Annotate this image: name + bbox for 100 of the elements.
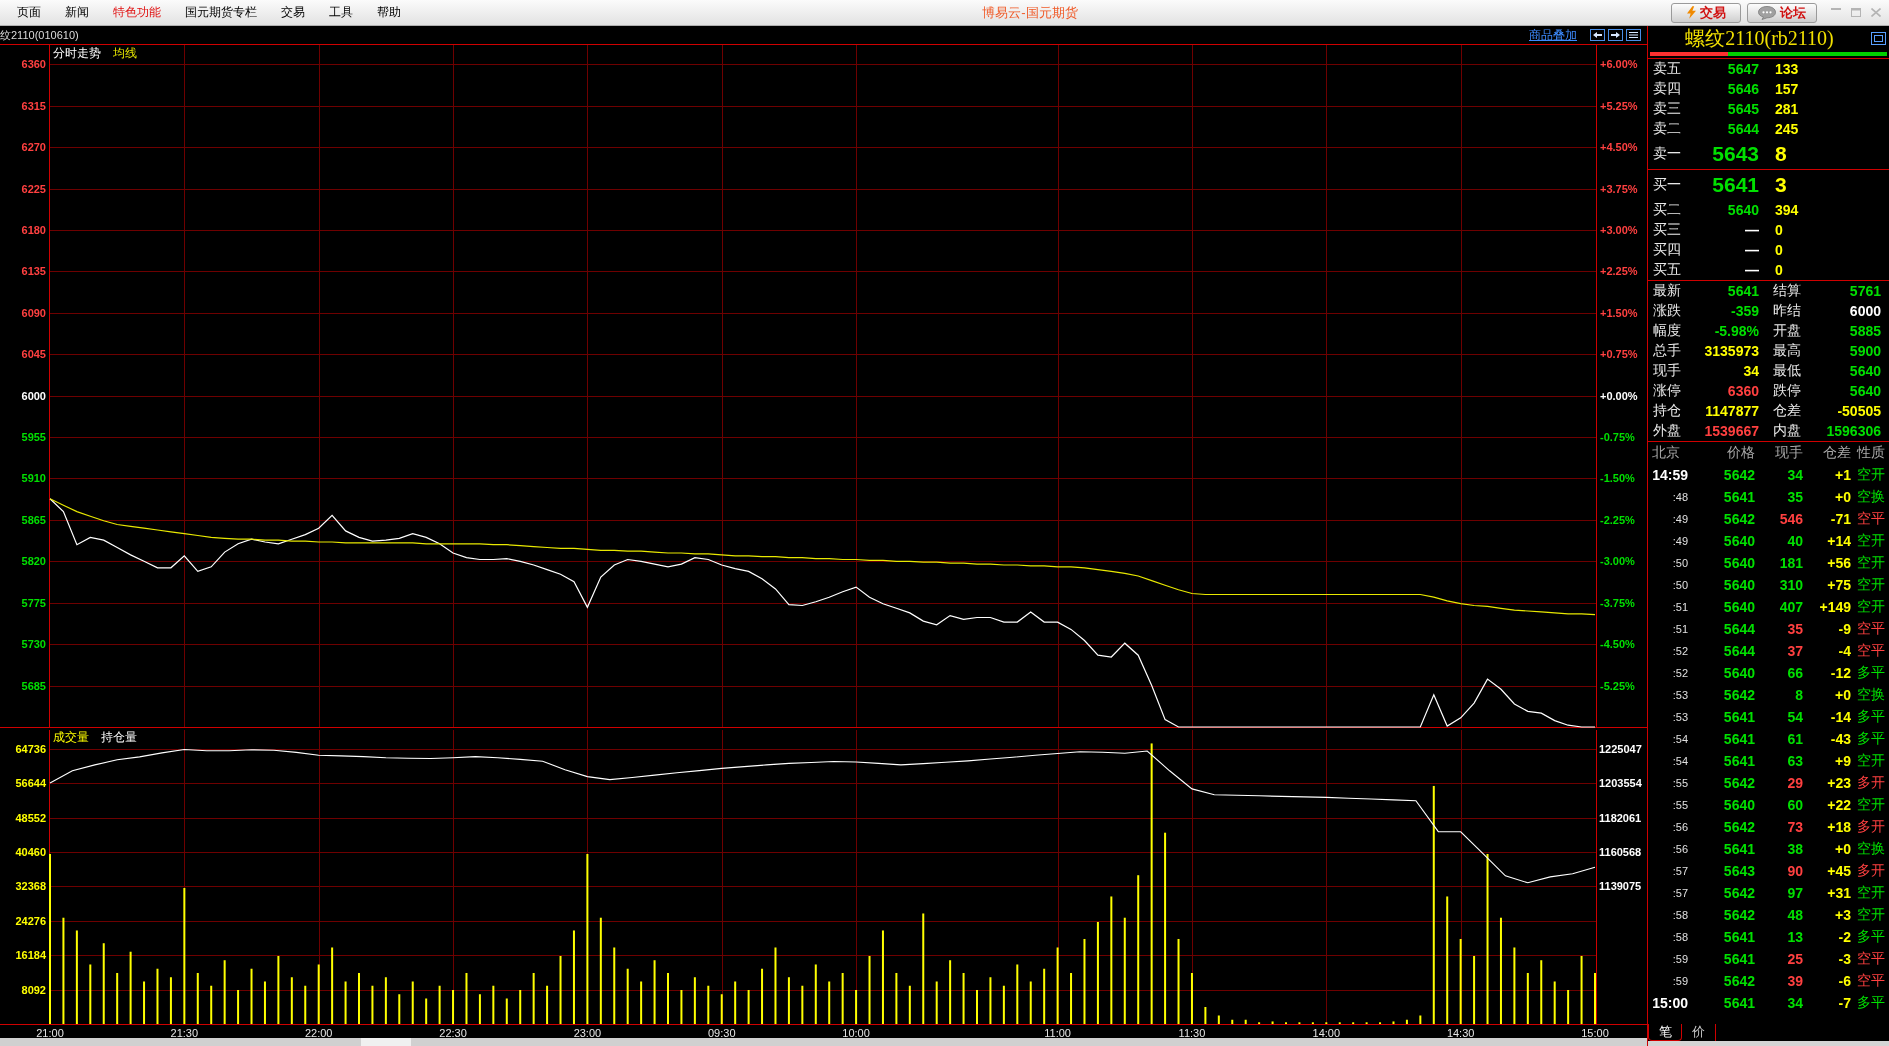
volume-bar xyxy=(169,977,172,1024)
trade-volume: 54 xyxy=(1786,709,1803,725)
percent-axis-label: +3.75% xyxy=(1600,182,1638,195)
trade-volume: 35 xyxy=(1786,489,1803,505)
left-arrow-icon[interactable] xyxy=(1590,29,1605,41)
trade-price: 5641 xyxy=(1722,753,1755,769)
percent-axis-label: +6.00% xyxy=(1600,58,1638,71)
stat-value: 6000 xyxy=(1848,303,1881,319)
right-arrow-icon[interactable] xyxy=(1608,29,1623,41)
percent-axis-label: +3.00% xyxy=(1600,223,1638,236)
trade-nature: 多开 xyxy=(1856,774,1886,792)
trade-volume: 48 xyxy=(1786,907,1803,923)
price-axis-label: 6225 xyxy=(21,182,46,195)
volume-bar xyxy=(89,964,92,1024)
order-quantity: 281 xyxy=(1774,101,1800,117)
volume-bar xyxy=(680,990,683,1024)
volume-bar xyxy=(1190,973,1193,1024)
app-title: 博易云-国元期货 xyxy=(982,3,1078,22)
trade-oi-change: -4 xyxy=(1837,643,1851,659)
trade-button[interactable]: 交易 xyxy=(1671,2,1741,23)
volume-bar xyxy=(935,981,938,1024)
menu-item[interactable]: 帮助 xyxy=(377,4,401,21)
trade-time: :57 xyxy=(1671,887,1688,899)
stat-value: 5640 xyxy=(1848,383,1881,399)
price-axis-label: 5955 xyxy=(21,431,46,444)
percent-axis-label: -3.75% xyxy=(1600,596,1635,609)
menu-item[interactable]: 特色功能 xyxy=(113,4,161,21)
trade-time: :52 xyxy=(1671,645,1688,657)
trade-time: :52 xyxy=(1671,667,1688,679)
speech-bubble-icon xyxy=(1758,5,1776,20)
trade-nature: 空换 xyxy=(1856,488,1886,506)
trade-volume: 61 xyxy=(1786,731,1803,747)
trade-time: 14:59 xyxy=(1651,467,1688,483)
horizontal-scrollbar[interactable] xyxy=(0,1038,1647,1046)
time-axis-label: 14:00 xyxy=(1312,1027,1341,1038)
trade-price: 5640 xyxy=(1722,599,1755,615)
legend-label: 分时走势 xyxy=(53,46,101,60)
trade-nature: 多平 xyxy=(1856,708,1886,726)
time-axis-label: 09:30 xyxy=(707,1027,736,1038)
window-icon[interactable] xyxy=(1871,31,1886,45)
percent-axis-label: +1.50% xyxy=(1600,306,1638,319)
menu-item[interactable]: 国元期货专栏 xyxy=(185,4,257,21)
volume-bar xyxy=(814,964,817,1024)
order-level-label: 卖四 xyxy=(1653,80,1682,98)
trade-price: 5642 xyxy=(1722,885,1755,901)
forum-button[interactable]: 论坛 xyxy=(1747,2,1817,23)
order-price: 5647 xyxy=(1726,61,1759,77)
trade-oi-change: +0 xyxy=(1834,841,1851,857)
trade-nature: 空换 xyxy=(1856,840,1886,858)
lines-icon[interactable] xyxy=(1626,29,1641,41)
trade-nature: 空开 xyxy=(1856,576,1886,594)
trade-volume: 25 xyxy=(1786,951,1803,967)
menu-item[interactable]: 交易 xyxy=(281,4,305,21)
close-icon[interactable] xyxy=(1871,8,1881,17)
trade-nature: 空开 xyxy=(1856,554,1886,572)
trade-price: 5640 xyxy=(1722,665,1755,681)
stat-label: 仓差 xyxy=(1772,402,1802,420)
volume-bar xyxy=(707,985,710,1024)
stat-value: 6360 xyxy=(1726,383,1759,399)
volume-bar xyxy=(1553,981,1556,1024)
trade-time: :56 xyxy=(1671,843,1688,855)
trade-price: 5641 xyxy=(1722,709,1755,725)
overlay-link[interactable]: 商品叠加 xyxy=(1529,26,1577,44)
price-axis-label: 6315 xyxy=(21,99,46,112)
price-axis-label: 6270 xyxy=(21,141,46,154)
maximize-icon[interactable] xyxy=(1851,8,1861,17)
minimize-icon[interactable] xyxy=(1831,8,1841,10)
volume-bar xyxy=(801,985,804,1024)
order-price: 5645 xyxy=(1726,101,1759,117)
order-quantity: 133 xyxy=(1774,61,1800,77)
trade-oi-change: -71 xyxy=(1829,511,1851,527)
stat-value: 5640 xyxy=(1848,363,1881,379)
percent-axis-label: +0.00% xyxy=(1600,389,1638,402)
stat-label: 持仓 xyxy=(1653,402,1682,420)
volume-bar xyxy=(519,990,522,1024)
open-interest-axis-label: 1160568 xyxy=(1599,846,1642,858)
order-level-label: 卖三 xyxy=(1653,100,1682,118)
trade-time: :59 xyxy=(1671,975,1688,987)
trade-price: 5641 xyxy=(1722,995,1755,1011)
volume-bar xyxy=(1217,1015,1220,1024)
scrollbar-thumb[interactable] xyxy=(361,1038,411,1046)
volume-bar xyxy=(734,981,737,1024)
menu-item[interactable]: 页面 xyxy=(17,4,41,21)
menu-item[interactable]: 工具 xyxy=(329,4,353,21)
legend-label: 成交量 xyxy=(53,730,89,744)
menu-item[interactable]: 新闻 xyxy=(65,4,89,21)
trade-price: 5644 xyxy=(1722,643,1755,659)
trade-nature: 多开 xyxy=(1856,818,1886,836)
trade-time: :58 xyxy=(1671,931,1688,943)
trade-volume: 60 xyxy=(1786,797,1803,813)
volume-bar xyxy=(156,968,159,1024)
volume-bar xyxy=(949,960,952,1024)
trade-nature: 多开 xyxy=(1856,862,1886,880)
price-axis-label: 5820 xyxy=(21,555,46,568)
percent-axis-label: +2.25% xyxy=(1600,265,1638,278)
trade-price: 5641 xyxy=(1722,489,1755,505)
time-axis-label: 14:30 xyxy=(1446,1027,1475,1038)
trade-price: 5640 xyxy=(1722,797,1755,813)
trade-oi-change: +149 xyxy=(1818,599,1851,615)
column-header: 北京 xyxy=(1651,444,1681,462)
